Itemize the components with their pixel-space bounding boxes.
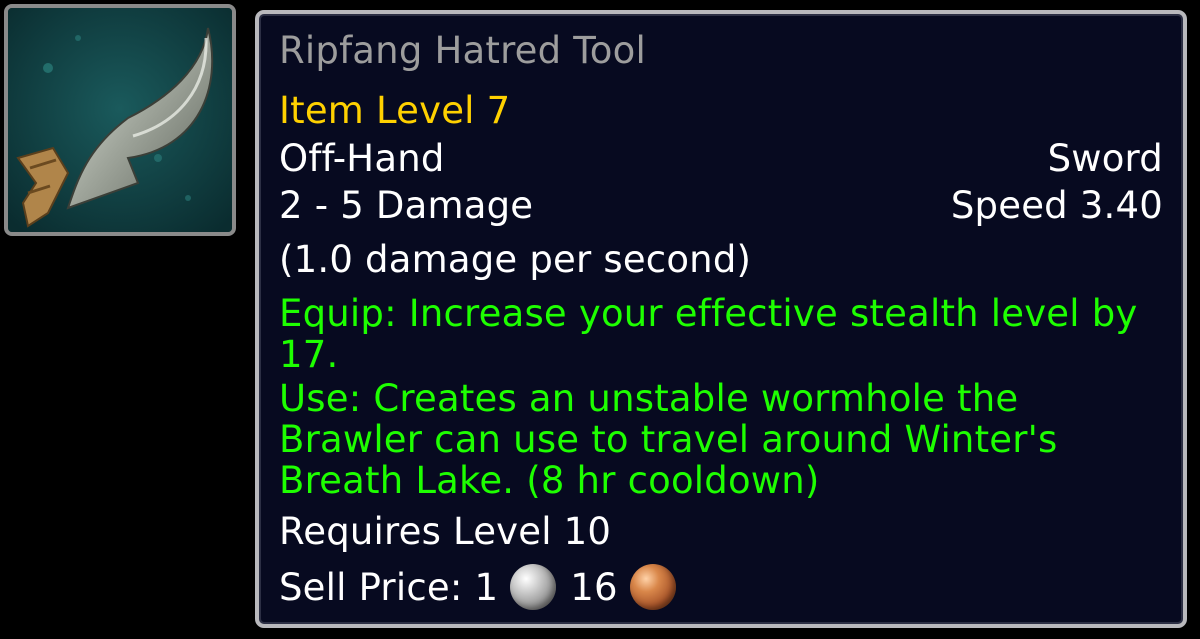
slot-row: Off-Hand Sword (279, 138, 1163, 179)
curved-dagger-icon (8, 8, 232, 232)
item-tooltip: Ripfang Hatred Tool Item Level 7 Off-Han… (255, 10, 1187, 628)
weapon-speed: Speed 3.40 (950, 184, 1163, 227)
use-effect: Use: Creates an unstable wormhole the Br… (279, 377, 1058, 502)
damage-row: 2 - 5 Damage Speed 3.40 (279, 185, 1163, 226)
sell-price: Sell Price: 1 16 (279, 564, 1163, 610)
silver-coin-icon (510, 564, 557, 610)
level-requirement: Requires Level 10 (279, 510, 612, 553)
item-tooltip-screen: Ripfang Hatred Tool Item Level 7 Off-Han… (0, 0, 1200, 639)
weapon-damage: 2 - 5 Damage (279, 184, 534, 227)
copper-coin-icon (629, 564, 676, 610)
equip-effect: Equip: Increase your effective stealth l… (279, 292, 1138, 376)
silver-amount: 1 (474, 565, 499, 609)
item-icon-frame[interactable] (4, 4, 236, 236)
weapon-type: Sword (1047, 137, 1163, 180)
item-name: Ripfang Hatred Tool (279, 29, 646, 72)
item-level: Item Level 7 (279, 89, 511, 132)
item-slot: Off-Hand (279, 137, 445, 180)
damage-per-second: (1.0 damage per second) (279, 238, 752, 281)
copper-amount: 16 (570, 565, 618, 609)
sell-price-label: Sell Price: (279, 565, 463, 609)
